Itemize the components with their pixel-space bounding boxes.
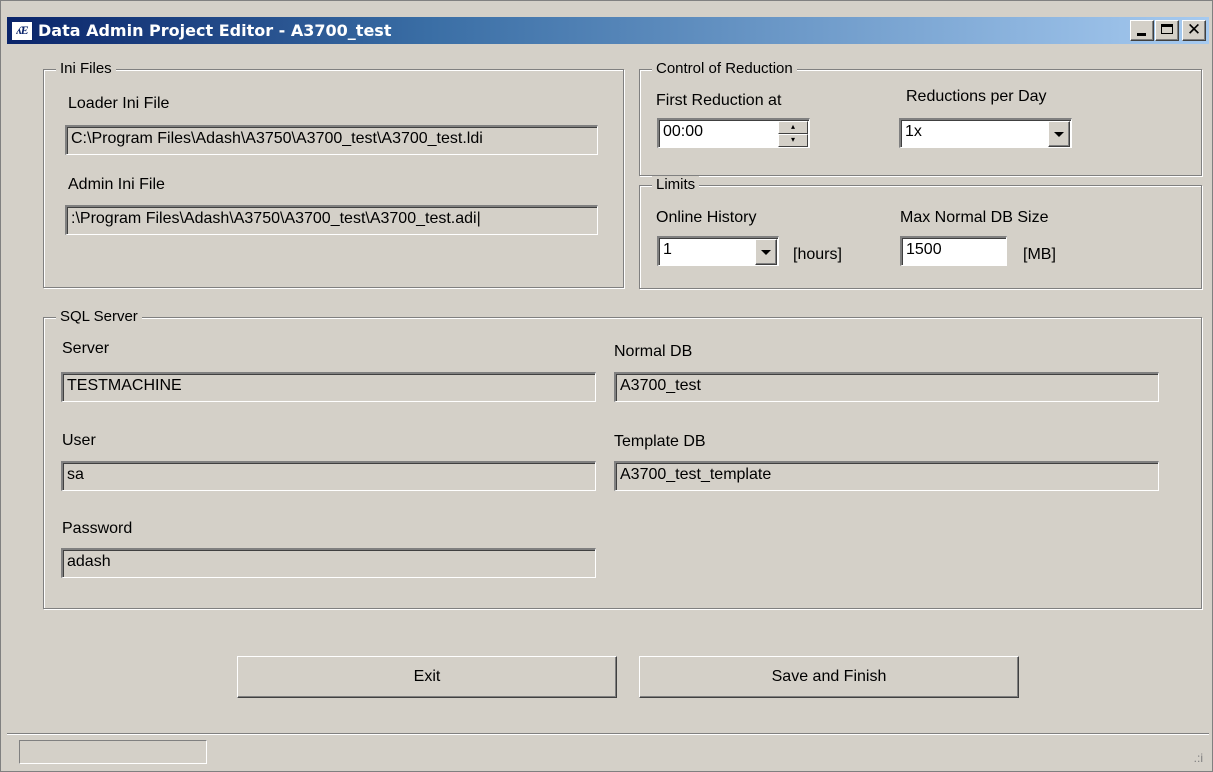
reductions-per-day-value: 1x <box>905 123 922 140</box>
first-reduction-time-input[interactable]: 00:00 ▴ ▾ <box>657 118 810 148</box>
admin-ini-value: :\Program Files\Adash\A3750\A3700_test\A… <box>71 210 481 227</box>
online-history-value: 1 <box>663 241 672 258</box>
password-label: Password <box>62 520 133 537</box>
close-button[interactable]: ✕ <box>1182 20 1206 41</box>
server-field[interactable]: TESTMACHINE <box>61 372 596 402</box>
save-button-label: Save and Finish <box>771 668 887 685</box>
password-value: adash <box>67 553 111 570</box>
app-logo-icon: ʎE <box>11 20 33 41</box>
online-history-select[interactable]: 1 <box>657 236 779 266</box>
template-db-field[interactable]: A3700_test_template <box>614 461 1159 491</box>
close-icon: ✕ <box>1186 20 1202 40</box>
admin-ini-label: Admin Ini File <box>68 176 165 193</box>
reductions-per-day-label: Reductions per Day <box>906 88 1047 105</box>
password-field[interactable]: adash <box>61 548 596 578</box>
time-spinner: ▴ ▾ <box>778 121 808 147</box>
user-field[interactable]: sa <box>61 461 596 491</box>
first-reduction-value: 00:00 <box>663 123 704 140</box>
sql-server-legend: SQL Server <box>56 308 142 325</box>
ini-files-group: Ini Files Loader Ini File C:\Program Fil… <box>43 60 624 288</box>
size-grip-icon[interactable]: .:i <box>1194 752 1203 764</box>
status-panel <box>19 740 207 764</box>
control-of-reduction-legend: Control of Reduction <box>652 60 797 77</box>
control-of-reduction-group: Control of Reduction First Reduction at … <box>639 60 1202 176</box>
first-reduction-label: First Reduction at <box>656 92 782 109</box>
loader-ini-field[interactable]: C:\Program Files\Adash\A3750\A3700_test\… <box>65 125 598 155</box>
title-bar[interactable]: ʎE Data Admin Project Editor - A3700_tes… <box>7 17 1209 44</box>
exit-button-label: Exit <box>413 668 441 685</box>
chevron-down-icon <box>1054 131 1064 137</box>
max-db-size-unit: [MB] <box>1023 246 1056 263</box>
online-history-label: Online History <box>656 209 757 226</box>
minimize-button[interactable] <box>1130 20 1154 41</box>
ini-files-legend: Ini Files <box>56 60 116 77</box>
loader-ini-value: C:\Program Files\Adash\A3750\A3700_test\… <box>71 130 483 147</box>
user-value: sa <box>67 466 84 483</box>
save-and-finish-button[interactable]: Save and Finish <box>639 656 1019 698</box>
maximize-icon <box>1161 24 1173 34</box>
max-db-size-label: Max Normal DB Size <box>900 209 1049 226</box>
user-label: User <box>62 432 96 449</box>
maximize-button[interactable] <box>1155 20 1179 41</box>
max-db-size-value: 1500 <box>906 241 942 258</box>
admin-ini-field[interactable]: :\Program Files\Adash\A3750\A3700_test\A… <box>65 205 598 235</box>
sql-server-group: SQL Server Server TESTMACHINE User sa Pa… <box>43 308 1202 609</box>
server-label: Server <box>62 340 110 357</box>
online-history-unit: [hours] <box>793 246 842 263</box>
status-bar: .:i <box>7 733 1209 768</box>
online-history-dropdown-button[interactable] <box>755 239 777 265</box>
window-controls: ✕ <box>1129 20 1206 41</box>
normal-db-value: A3700_test <box>620 377 701 394</box>
limits-legend: Limits <box>652 176 700 193</box>
window-title: Data Admin Project Editor - A3700_test <box>38 21 392 40</box>
minimize-icon <box>1137 33 1146 36</box>
reductions-per-day-select[interactable]: 1x <box>899 118 1072 148</box>
app-window: ʎE Data Admin Project Editor - A3700_tes… <box>0 0 1213 772</box>
normal-db-label: Normal DB <box>614 343 693 360</box>
spin-down-button[interactable]: ▾ <box>778 134 808 147</box>
reductions-dropdown-button[interactable] <box>1048 121 1070 147</box>
spin-up-button[interactable]: ▴ <box>778 121 808 134</box>
server-value: TESTMACHINE <box>67 377 182 394</box>
template-db-value: A3700_test_template <box>620 466 772 483</box>
limits-group: Limits Online History 1 [hours] Max Norm… <box>639 176 1202 289</box>
chevron-down-icon <box>761 249 771 255</box>
exit-button[interactable]: Exit <box>237 656 617 698</box>
max-db-size-input[interactable]: 1500 <box>900 236 1007 266</box>
normal-db-field[interactable]: A3700_test <box>614 372 1159 402</box>
template-db-label: Template DB <box>614 433 706 450</box>
loader-ini-label: Loader Ini File <box>68 95 170 112</box>
